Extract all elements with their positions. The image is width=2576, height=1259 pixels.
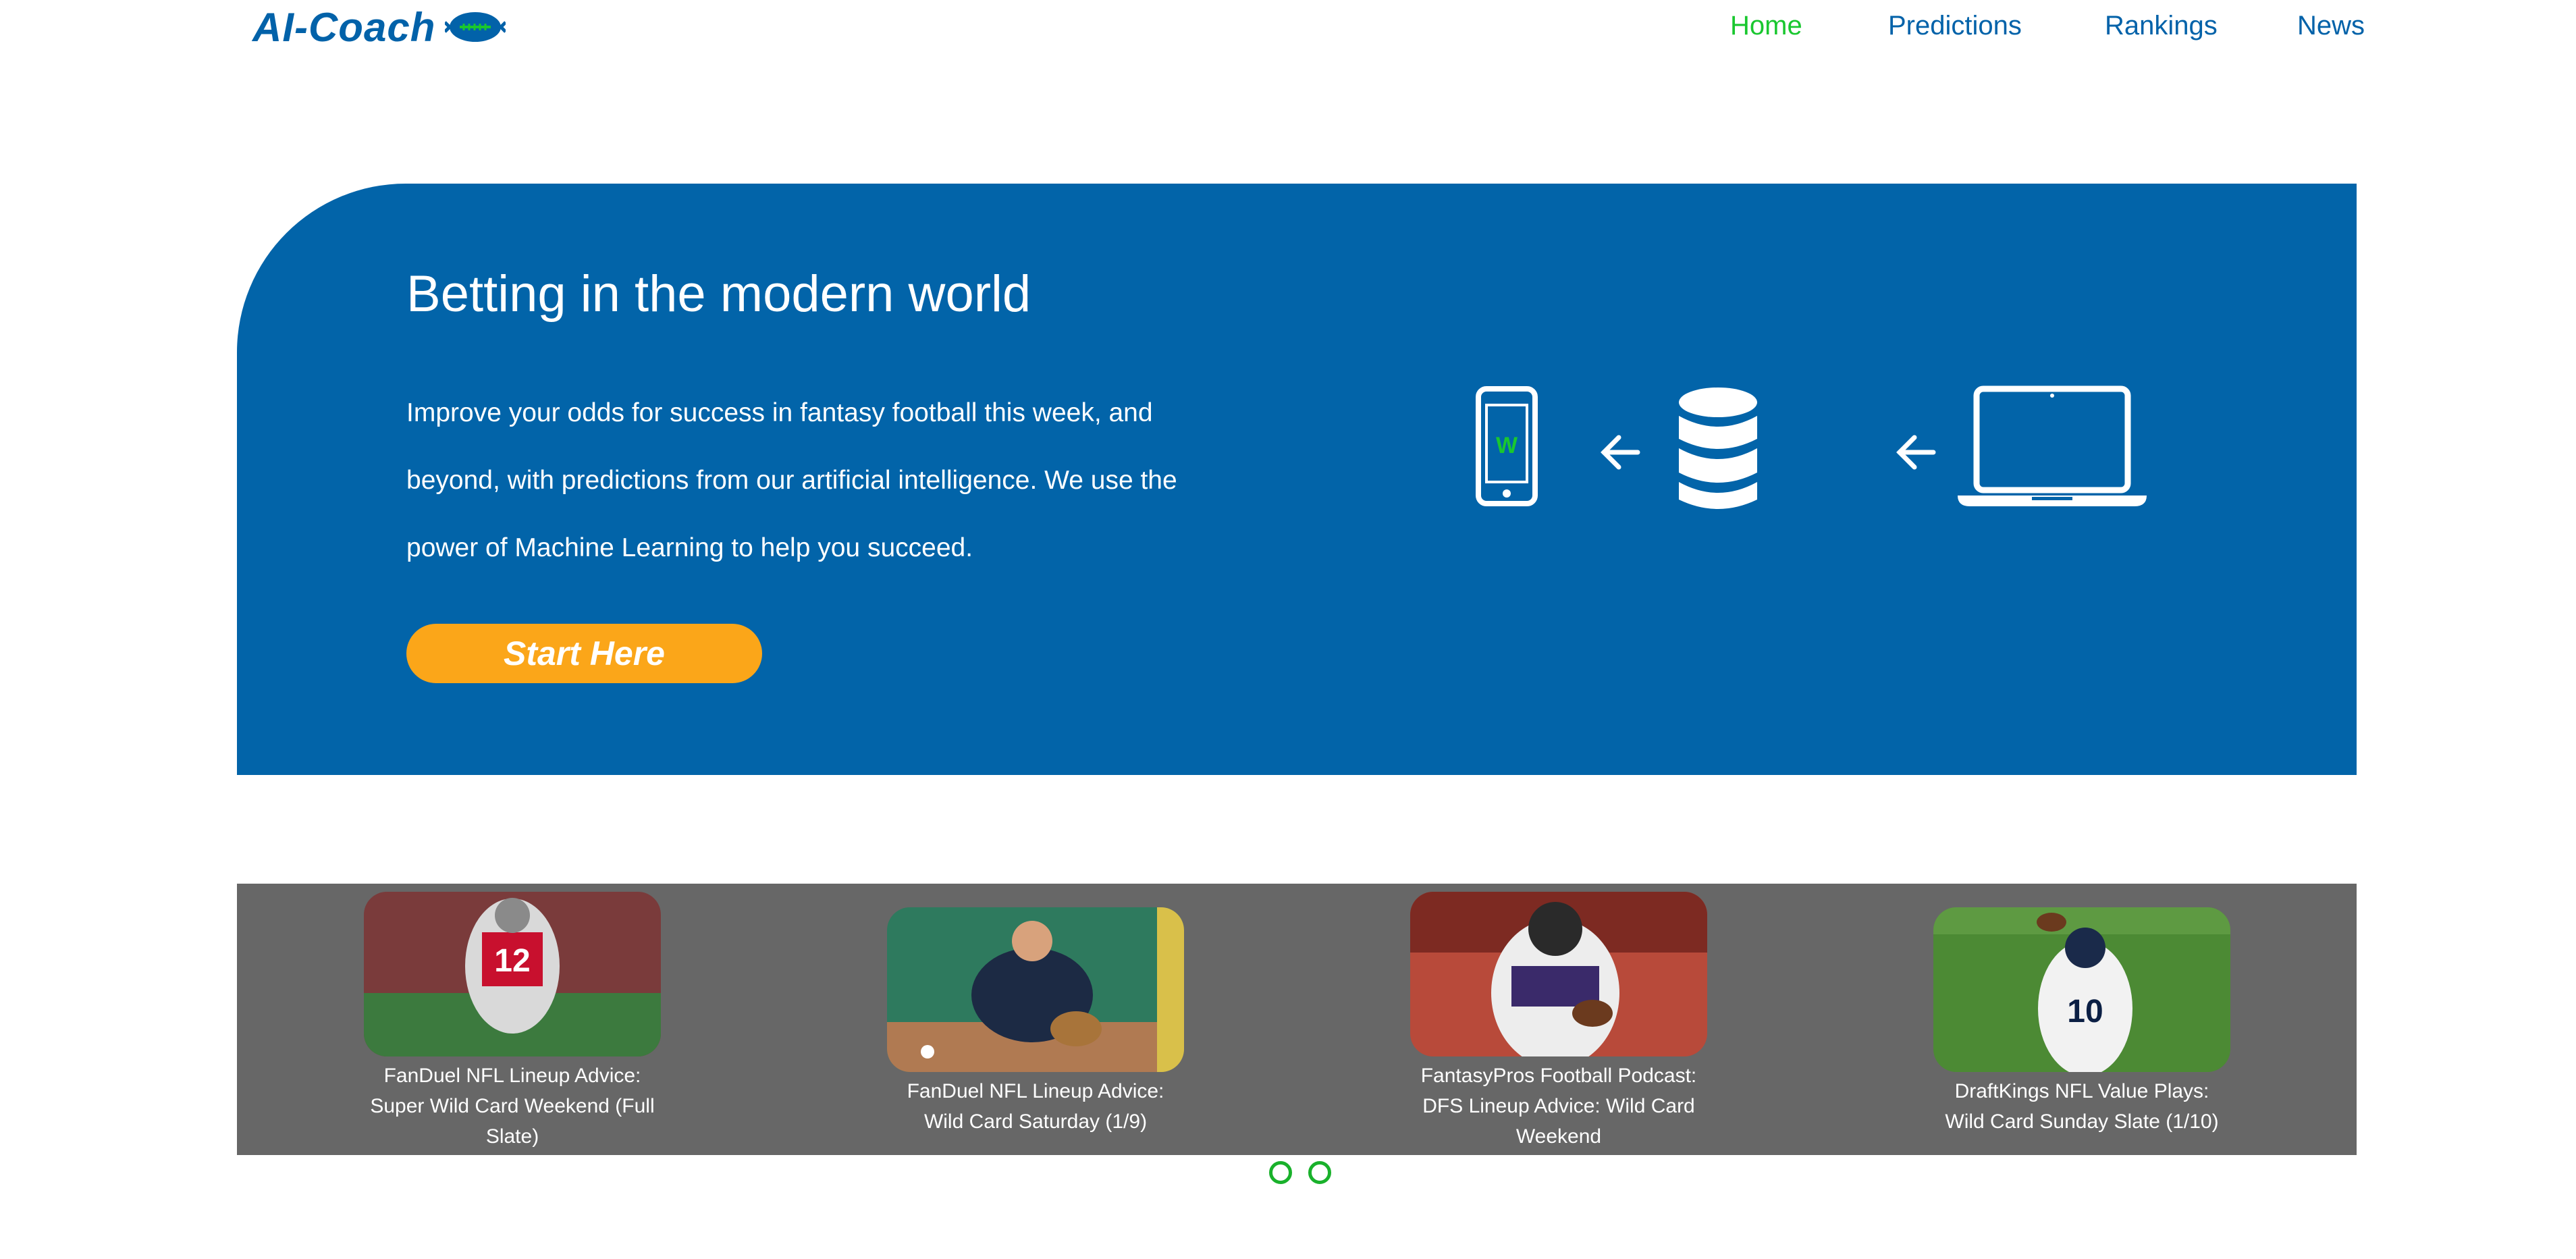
hero-banner: Betting in the modern world Improve your… — [237, 184, 2357, 775]
site-header: AI-Coach Home Predictions Rankings News — [0, 0, 2576, 54]
carousel-pagination — [1269, 1161, 1331, 1184]
news-card[interactable]: FantasyPros Football Podcast: DFS Lineup… — [1410, 892, 1707, 1152]
football-player-carrying-ball-photo — [1410, 892, 1707, 1056]
laptop-icon — [1958, 385, 2147, 506]
nav-home[interactable]: Home — [1730, 11, 1802, 41]
brand-logo[interactable]: AI-Coach — [252, 0, 506, 54]
arrow-left-icon — [1601, 435, 1640, 470]
quarterback-throwing-photo: 10 — [1933, 907, 2230, 1072]
news-caption: FanDuel NFL Lineup Advice: Super Wild Ca… — [370, 1065, 655, 1148]
hero-title: Betting in the modern world — [406, 265, 1031, 323]
svg-text:10: 10 — [2067, 994, 2103, 1029]
news-caption: FantasyPros Football Podcast: DFS Lineup… — [1420, 1065, 1697, 1148]
news-caption: DraftKings NFL Value Plays: Wild Card Su… — [1945, 1080, 2219, 1133]
svg-text:12: 12 — [494, 943, 530, 979]
nav-news[interactable]: News — [2297, 11, 2365, 41]
phone-icon: W — [1476, 386, 1538, 506]
baseball-player-fielding-photo — [887, 907, 1184, 1072]
football-icon — [445, 12, 506, 42]
carousel-dot-1[interactable] — [1269, 1161, 1292, 1184]
news-caption: FanDuel NFL Lineup Advice: Wild Card Sat… — [907, 1080, 1164, 1133]
hero-graphic: W — [1476, 385, 2147, 509]
start-here-button[interactable]: Start Here — [406, 624, 762, 683]
brand-name: AI-Coach — [252, 4, 436, 50]
news-card[interactable]: 12 FanDuel NFL Lineup Advice: Super Wild… — [364, 892, 661, 1152]
nav-predictions[interactable]: Predictions — [1888, 11, 2022, 41]
carousel-dot-2[interactable] — [1308, 1161, 1331, 1184]
hero-description: Improve your odds for success in fantasy… — [406, 398, 1177, 562]
news-card[interactable]: FanDuel NFL Lineup Advice: Wild Card Sat… — [887, 907, 1184, 1137]
news-card[interactable]: 10 DraftKings NFL Value Plays: Wild Card… — [1933, 907, 2230, 1137]
news-carousel: 12 FanDuel NFL Lineup Advice: Super Wild… — [237, 884, 2357, 1155]
arrow-left-icon — [1896, 435, 1936, 470]
phone-screen-letter: W — [1496, 433, 1518, 458]
nav-rankings[interactable]: Rankings — [2105, 11, 2218, 41]
football-player-running-photo: 12 — [364, 892, 661, 1056]
database-icon — [1679, 387, 1757, 509]
